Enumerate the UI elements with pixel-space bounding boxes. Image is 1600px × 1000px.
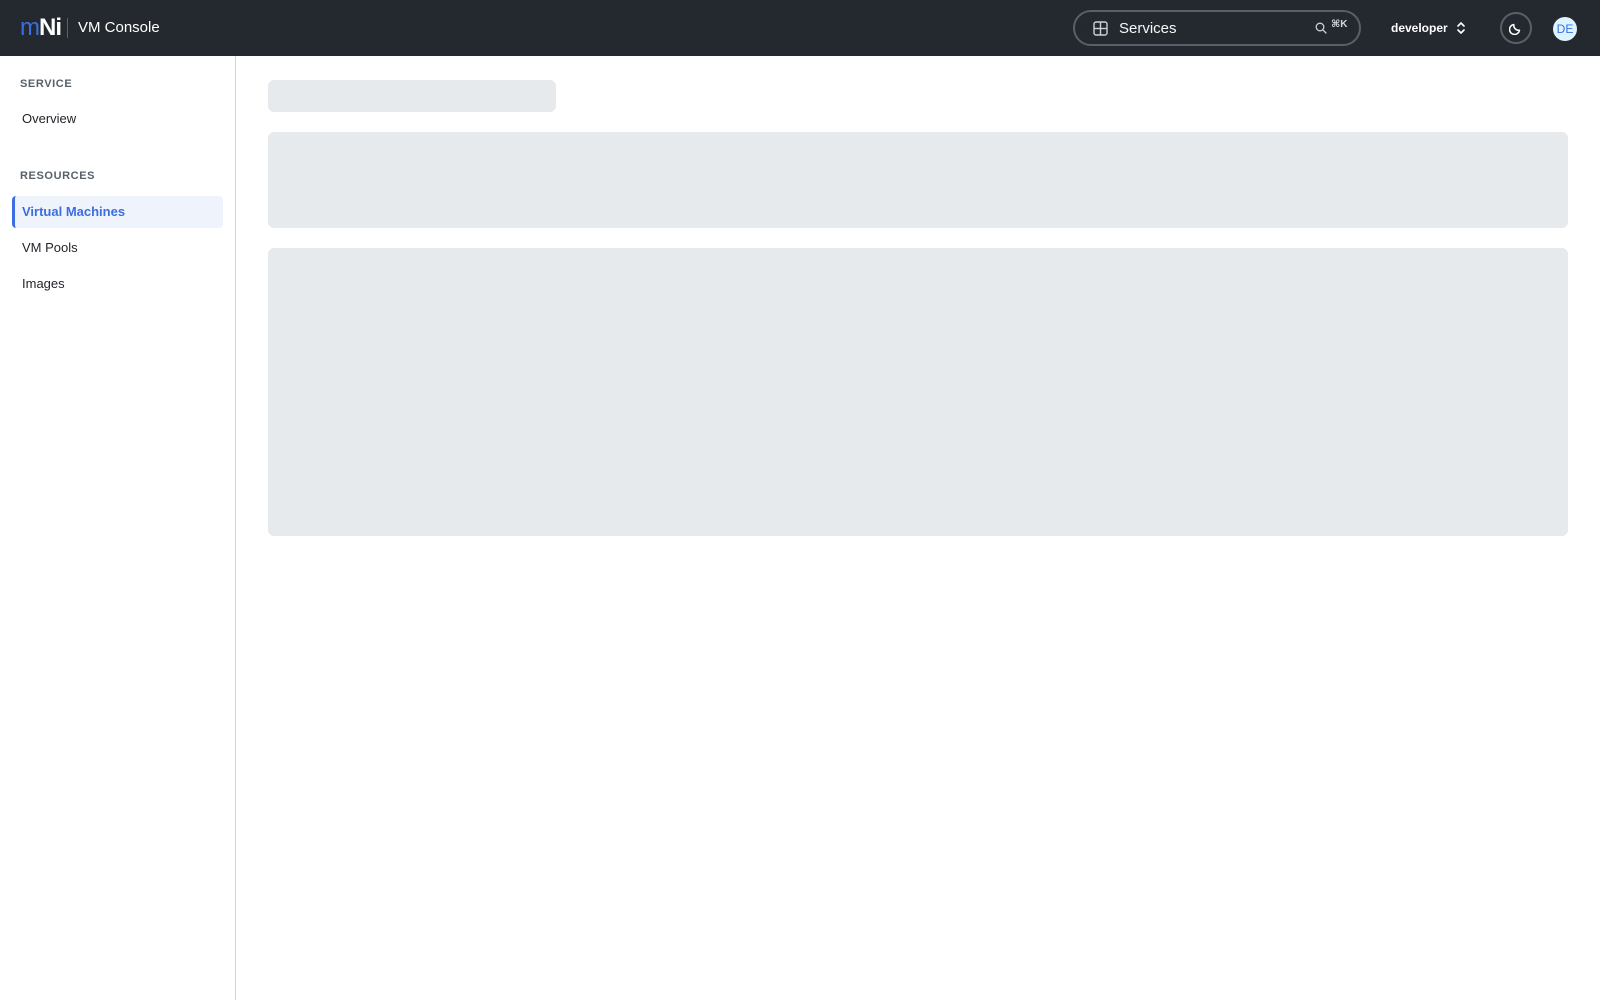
keyboard-shortcut-hint: ⌘K: [1331, 19, 1348, 30]
grid-icon: [1093, 21, 1108, 36]
sidebar-item-images[interactable]: Images: [12, 268, 223, 300]
chevron-up-down-icon: [1456, 22, 1465, 34]
sidebar-item-vm-pools[interactable]: VM Pools: [12, 232, 223, 264]
sidebar: SERVICE Overview RESOURCES Virtual Machi…: [0, 56, 236, 1000]
skeleton-table: [268, 248, 1568, 536]
sidebar-heading-resources: RESOURCES: [20, 170, 96, 182]
skeleton-summary-card: [268, 132, 1568, 228]
logo-letter-m: m: [20, 14, 40, 41]
logo-divider: [67, 18, 68, 38]
sidebar-item-virtual-machines[interactable]: Virtual Machines: [12, 196, 223, 228]
org-switcher-button[interactable]: developer: [1391, 16, 1466, 40]
logo-letter-i: i: [55, 14, 63, 41]
top-bar: m N i VM Console Services ⌘K developer D…: [0, 0, 1600, 56]
sidebar-item-overview[interactable]: Overview: [12, 103, 223, 135]
sidebar-heading-service: SERVICE: [20, 78, 73, 90]
service-switcher-label: Services: [1119, 20, 1177, 37]
logo-letter-n: N: [39, 14, 56, 41]
service-switcher-button[interactable]: Services ⌘K: [1073, 10, 1361, 46]
user-avatar[interactable]: DE: [1553, 17, 1577, 41]
org-switcher-label: developer: [1391, 21, 1448, 35]
app-title: VM Console: [78, 19, 160, 36]
brand-logo[interactable]: m N i: [20, 14, 63, 41]
moon-icon: [1509, 23, 1521, 35]
skeleton-title: [268, 80, 556, 112]
search-icon: [1315, 22, 1327, 34]
theme-toggle-button[interactable]: [1500, 12, 1532, 44]
